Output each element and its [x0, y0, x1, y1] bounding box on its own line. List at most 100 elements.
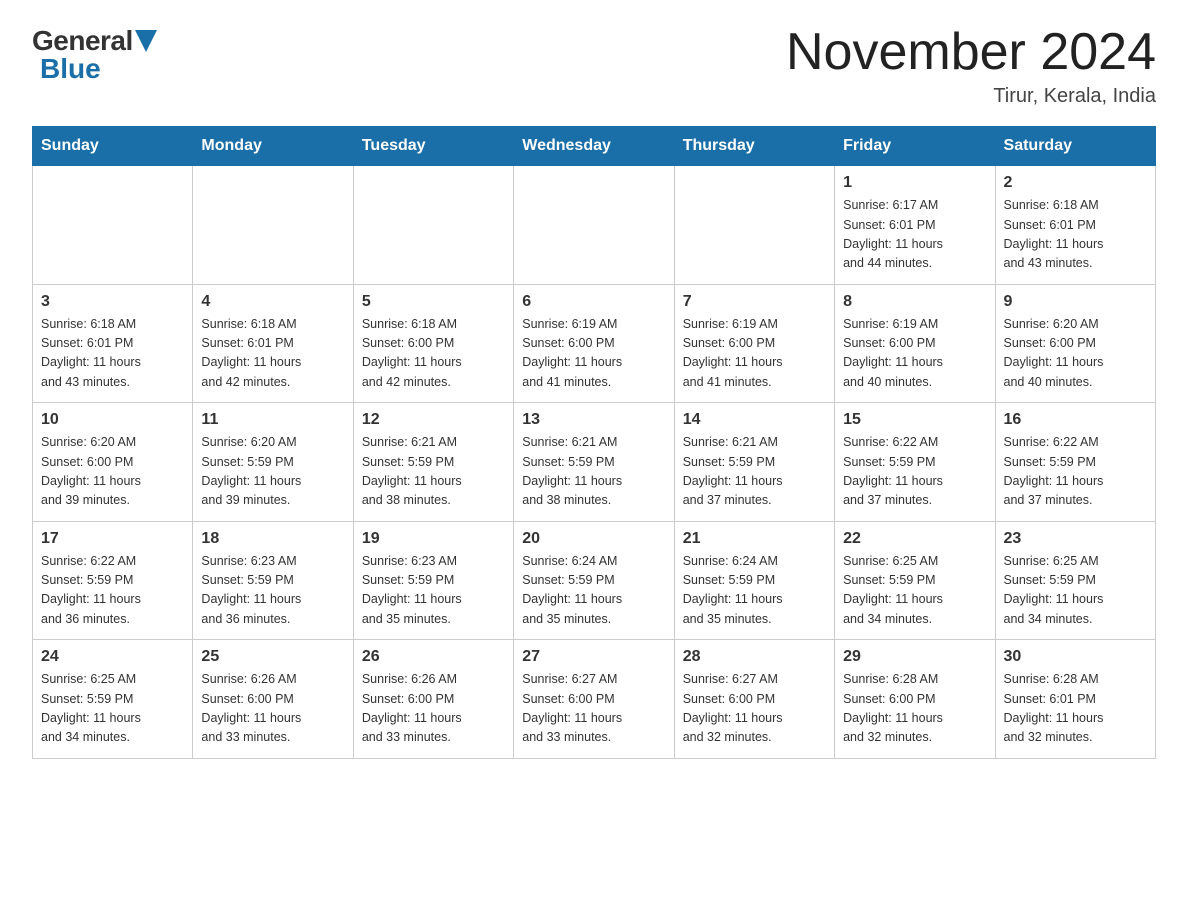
day-info: Sunrise: 6:25 AM Sunset: 5:59 PM Dayligh…: [843, 552, 986, 630]
day-info: Sunrise: 6:21 AM Sunset: 5:59 PM Dayligh…: [683, 433, 826, 511]
calendar-cell: 18 Sunrise: 6:23 AM Sunset: 5:59 PM Dayli…: [193, 521, 353, 640]
calendar-cell: 20Sunrise: 6:24 AM Sunset: 5:59 PM Dayli…: [514, 521, 674, 640]
calendar-cell: 16 Sunrise: 6:22 AM Sunset: 5:59 PM Dayli…: [995, 403, 1155, 522]
day-number: 13: [522, 411, 665, 429]
day-number: 1: [843, 174, 986, 192]
day-info: Sunrise: 6:19 AM Sunset: 6:00 PM Dayligh…: [683, 315, 826, 393]
day-info: Sunrise: 6:22 AM Sunset: 5:59 PM Dayligh…: [843, 433, 986, 511]
day-number: 4: [201, 293, 344, 311]
calendar-cell: 28Sunrise: 6:27 AM Sunset: 6:00 PM Dayli…: [674, 640, 834, 759]
day-info: Sunrise: 6:21 AM Sunset: 5:59 PM Dayligh…: [522, 433, 665, 511]
day-info: Sunrise: 6:26 AM Sunset: 6:00 PM Dayligh…: [201, 670, 344, 748]
calendar-cell: 25 Sunrise: 6:26 AM Sunset: 6:00 PM Dayli…: [193, 640, 353, 759]
calendar-cell: 2 Sunrise: 6:18 AM Sunset: 6:01 PM Daylig…: [995, 166, 1155, 285]
day-number: 12: [362, 411, 505, 429]
title-block: November 2024 Tirur, Kerala, India: [786, 24, 1156, 108]
day-number: 8: [843, 293, 986, 311]
calendar-cell: 9Sunrise: 6:20 AM Sunset: 6:00 PM Daylig…: [995, 284, 1155, 403]
day-number: 24: [41, 648, 184, 666]
day-number: 25: [201, 648, 344, 666]
day-info: Sunrise: 6:20 AM Sunset: 5:59 PM Dayligh…: [201, 433, 344, 511]
day-number: 14: [683, 411, 826, 429]
calendar-table: SundayMondayTuesdayWednesdayThursdayFrid…: [32, 126, 1156, 759]
calendar-cell: [674, 166, 834, 285]
day-info: Sunrise: 6:18 AM Sunset: 6:00 PM Dayligh…: [362, 315, 505, 393]
day-info: Sunrise: 6:28 AM Sunset: 6:00 PM Dayligh…: [843, 670, 986, 748]
calendar-cell: 29Sunrise: 6:28 AM Sunset: 6:00 PM Dayli…: [835, 640, 995, 759]
calendar-cell: 10Sunrise: 6:20 AM Sunset: 6:00 PM Dayli…: [33, 403, 193, 522]
calendar-cell: 17 Sunrise: 6:22 AM Sunset: 5:59 PM Dayli…: [33, 521, 193, 640]
day-info: Sunrise: 6:25 AM Sunset: 5:59 PM Dayligh…: [41, 670, 184, 748]
day-number: 17: [41, 530, 184, 548]
calendar-cell: 26Sunrise: 6:26 AM Sunset: 6:00 PM Dayli…: [353, 640, 513, 759]
day-number: 16: [1004, 411, 1147, 429]
day-info: Sunrise: 6:18 AM Sunset: 6:01 PM Dayligh…: [201, 315, 344, 393]
page-header: General Blue November 2024 Tirur, Kerala…: [32, 24, 1156, 108]
calendar-cell: 23 Sunrise: 6:25 AM Sunset: 5:59 PM Dayli…: [995, 521, 1155, 640]
calendar-cell: 8Sunrise: 6:19 AM Sunset: 6:00 PM Daylig…: [835, 284, 995, 403]
calendar-cell: 6 Sunrise: 6:19 AM Sunset: 6:00 PM Daylig…: [514, 284, 674, 403]
day-info: Sunrise: 6:19 AM Sunset: 6:00 PM Dayligh…: [522, 315, 665, 393]
day-number: 23: [1004, 530, 1147, 548]
col-header-friday: Friday: [835, 127, 995, 166]
calendar-week-row: 17 Sunrise: 6:22 AM Sunset: 5:59 PM Dayli…: [33, 521, 1156, 640]
col-header-wednesday: Wednesday: [514, 127, 674, 166]
day-info: Sunrise: 6:22 AM Sunset: 5:59 PM Dayligh…: [1004, 433, 1147, 511]
col-header-thursday: Thursday: [674, 127, 834, 166]
calendar-cell: [353, 166, 513, 285]
calendar-cell: 24 Sunrise: 6:25 AM Sunset: 5:59 PM Dayli…: [33, 640, 193, 759]
day-number: 27: [522, 648, 665, 666]
calendar-cell: 15 Sunrise: 6:22 AM Sunset: 5:59 PM Dayli…: [835, 403, 995, 522]
calendar-cell: [193, 166, 353, 285]
calendar-cell: 3Sunrise: 6:18 AM Sunset: 6:01 PM Daylig…: [33, 284, 193, 403]
day-number: 15: [843, 411, 986, 429]
day-number: 18: [201, 530, 344, 548]
calendar-cell: 27 Sunrise: 6:27 AM Sunset: 6:00 PM Dayli…: [514, 640, 674, 759]
day-info: Sunrise: 6:25 AM Sunset: 5:59 PM Dayligh…: [1004, 552, 1147, 630]
calendar-cell: 21Sunrise: 6:24 AM Sunset: 5:59 PM Dayli…: [674, 521, 834, 640]
day-info: Sunrise: 6:21 AM Sunset: 5:59 PM Dayligh…: [362, 433, 505, 511]
day-number: 26: [362, 648, 505, 666]
day-number: 22: [843, 530, 986, 548]
calendar-title: November 2024: [786, 24, 1156, 81]
calendar-cell: 30 Sunrise: 6:28 AM Sunset: 6:01 PM Dayli…: [995, 640, 1155, 759]
day-number: 5: [362, 293, 505, 311]
day-number: 19: [362, 530, 505, 548]
calendar-location: Tirur, Kerala, India: [786, 85, 1156, 108]
day-number: 11: [201, 411, 344, 429]
col-header-monday: Monday: [193, 127, 353, 166]
day-info: Sunrise: 6:17 AM Sunset: 6:01 PM Dayligh…: [843, 196, 986, 274]
calendar-week-row: 24 Sunrise: 6:25 AM Sunset: 5:59 PM Dayli…: [33, 640, 1156, 759]
calendar-cell: 4 Sunrise: 6:18 AM Sunset: 6:01 PM Daylig…: [193, 284, 353, 403]
day-number: 9: [1004, 293, 1147, 311]
day-number: 2: [1004, 174, 1147, 192]
calendar-cell: 13 Sunrise: 6:21 AM Sunset: 5:59 PM Dayli…: [514, 403, 674, 522]
day-info: Sunrise: 6:24 AM Sunset: 5:59 PM Dayligh…: [522, 552, 665, 630]
calendar-header-row: SundayMondayTuesdayWednesdayThursdayFrid…: [33, 127, 1156, 166]
day-number: 6: [522, 293, 665, 311]
day-info: Sunrise: 6:28 AM Sunset: 6:01 PM Dayligh…: [1004, 670, 1147, 748]
calendar-cell: 19 Sunrise: 6:23 AM Sunset: 5:59 PM Dayli…: [353, 521, 513, 640]
calendar-cell: 5 Sunrise: 6:18 AM Sunset: 6:00 PM Daylig…: [353, 284, 513, 403]
calendar-cell: 1 Sunrise: 6:17 AM Sunset: 6:01 PM Daylig…: [835, 166, 995, 285]
day-info: Sunrise: 6:18 AM Sunset: 6:01 PM Dayligh…: [1004, 196, 1147, 274]
col-header-sunday: Sunday: [33, 127, 193, 166]
calendar-cell: 14 Sunrise: 6:21 AM Sunset: 5:59 PM Dayli…: [674, 403, 834, 522]
day-info: Sunrise: 6:22 AM Sunset: 5:59 PM Dayligh…: [41, 552, 184, 630]
calendar-week-row: 3 Sunrise: 6:18 AM Sunset: 6:01 PM Daylig…: [33, 284, 1156, 403]
day-number: 7: [683, 293, 826, 311]
day-info: Sunrise: 6:23 AM Sunset: 5:59 PM Dayligh…: [362, 552, 505, 630]
calendar-cell: 7 Sunrise: 6:19 AM Sunset: 6:00 PM Daylig…: [674, 284, 834, 403]
logo-triangle-icon: [135, 30, 157, 52]
calendar-cell: 11 Sunrise: 6:20 AM Sunset: 5:59 PM Dayli…: [193, 403, 353, 522]
day-number: 10: [41, 411, 184, 429]
day-number: 28: [683, 648, 826, 666]
day-info: Sunrise: 6:24 AM Sunset: 5:59 PM Dayligh…: [683, 552, 826, 630]
day-number: 3: [41, 293, 184, 311]
day-info: Sunrise: 6:23 AM Sunset: 5:59 PM Dayligh…: [201, 552, 344, 630]
day-info: Sunrise: 6:27 AM Sunset: 6:00 PM Dayligh…: [522, 670, 665, 748]
logo-general-text: General: [32, 25, 133, 57]
day-number: 30: [1004, 648, 1147, 666]
logo: General Blue: [32, 24, 157, 85]
calendar-cell: 12 Sunrise: 6:21 AM Sunset: 5:59 PM Dayli…: [353, 403, 513, 522]
